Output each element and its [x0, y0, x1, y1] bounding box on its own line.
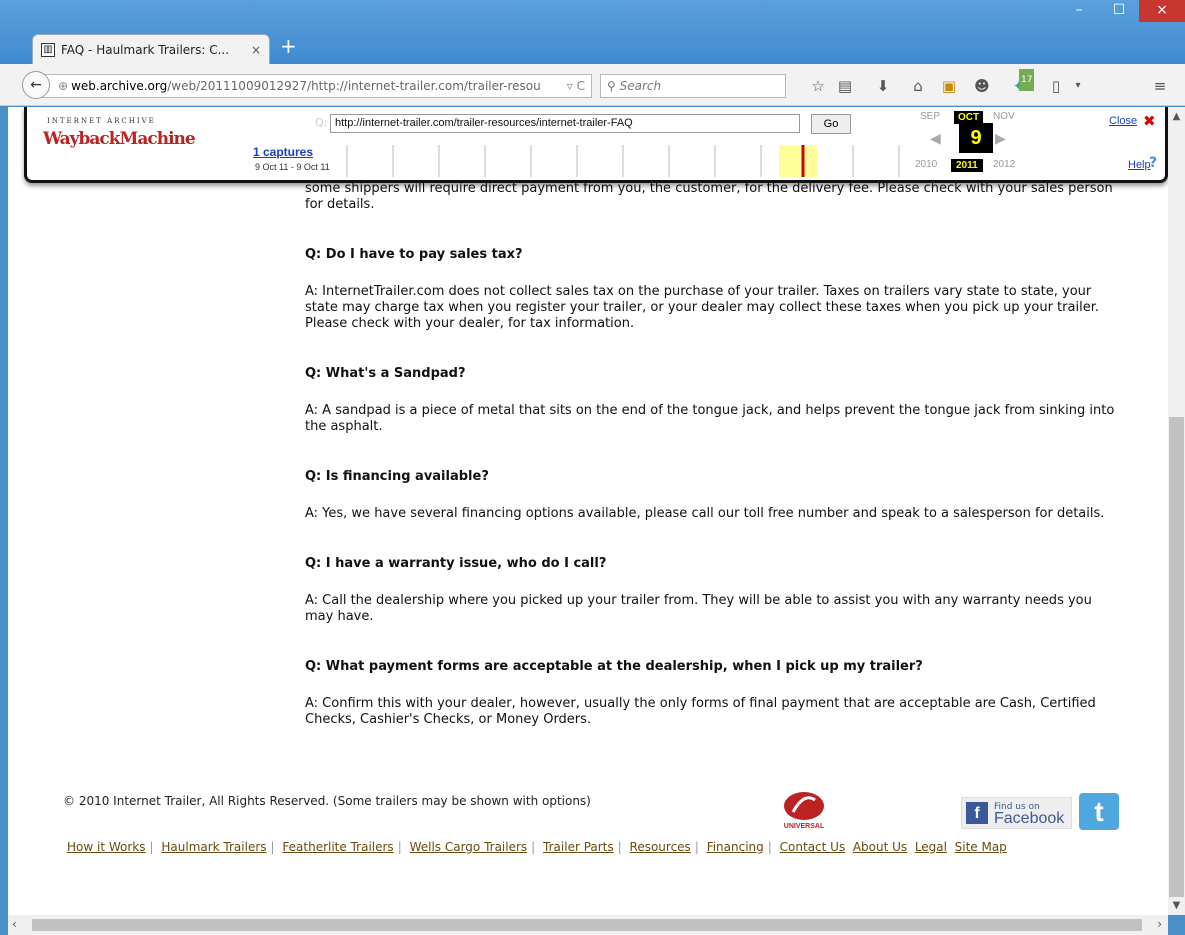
wayback-close-link[interactable]: Close: [1109, 115, 1137, 127]
prev-month-label[interactable]: SEP: [920, 111, 940, 122]
wayback-go-button[interactable]: Go: [811, 114, 851, 134]
search-icon: ⚲: [607, 79, 620, 93]
reading-list-icon[interactable]: ▤: [833, 75, 857, 97]
vertical-scrollbar[interactable]: ▲ ▼: [1168, 107, 1185, 915]
footer-link-resources[interactable]: Resources: [630, 840, 691, 854]
tab-title: FAQ - Haulmark Trailers: C...: [61, 42, 230, 57]
vertical-scroll-thumb[interactable]: [1169, 417, 1184, 897]
back-arrow-icon: ←: [30, 77, 42, 93]
faded-q-text: Q:: [315, 116, 328, 129]
captures-link[interactable]: 1 captures: [253, 145, 313, 159]
tab-bar: – ☐ × ▥ FAQ - Haulmark Trailers: C... × …: [0, 0, 1185, 64]
footer-link-site-map[interactable]: Site Map: [955, 840, 1007, 854]
footer-link-wells-cargo[interactable]: Wells Cargo Trailers: [410, 840, 528, 854]
faq-question: Q: What's a Sandpad?: [305, 366, 466, 381]
footer-link-contact-us[interactable]: Contact Us: [780, 840, 846, 854]
tab-faq[interactable]: ▥ FAQ - Haulmark Trailers: C... ×: [32, 34, 270, 64]
faq-answer: A: A sandpad is a piece of metal that si…: [305, 403, 1115, 434]
footer-link-haulmark[interactable]: Haulmark Trailers: [161, 840, 266, 854]
footer-link-how-it-works[interactable]: How it Works: [67, 840, 146, 854]
address-bar[interactable]: ⊕ web.archive.org/web/20111009012927/http…: [40, 74, 592, 98]
horizontal-scroll-thumb[interactable]: [32, 919, 1142, 931]
maximize-button[interactable]: ☐: [1099, 0, 1139, 22]
search-placeholder: Search: [619, 79, 662, 93]
current-day-label: 9: [959, 123, 993, 153]
wayback-url-input[interactable]: http://internet-trailer.com/trailer-reso…: [330, 114, 800, 133]
reload-icon[interactable]: ▿ C: [567, 75, 585, 97]
download-icon[interactable]: ⬇: [871, 75, 895, 97]
next-capture-arrow-icon[interactable]: ▶: [995, 131, 1006, 147]
footer-link-trailer-parts[interactable]: Trailer Parts: [543, 840, 614, 854]
tab-close-icon[interactable]: ×: [251, 43, 261, 57]
footer-link-financing[interactable]: Financing: [707, 840, 764, 854]
navigation-bar: ⊕ web.archive.org/web/20111009012927/http…: [0, 64, 1185, 106]
wayback-help-link[interactable]: Help: [1128, 159, 1151, 171]
footer-copyright: © 2010 Internet Trailer, All Rights Rese…: [63, 794, 591, 808]
url-path: /web/20111009012927/http://internet-trai…: [167, 79, 541, 93]
page-viewport: INTERNET ARCHIVE WaybackMachine Q: http:…: [8, 107, 1168, 915]
facebook-big-text: Facebook: [994, 810, 1065, 827]
help-question-icon[interactable]: ?: [1149, 155, 1157, 171]
footer-links: How it Works | Haulmark Trailers | Feather…: [67, 840, 1007, 854]
faq-question: Q: I have a warranty issue, who do I cal…: [305, 556, 607, 571]
dropdown-chevron-icon[interactable]: ▾: [1066, 75, 1090, 97]
current-year-label: 2011: [951, 159, 983, 172]
scroll-right-icon[interactable]: ›: [1157, 917, 1162, 931]
universal-trailer-logo[interactable]: UNIVERSAL: [775, 790, 833, 830]
menu-icon[interactable]: ≡: [1148, 75, 1172, 97]
universal-label: UNIVERSAL: [784, 823, 825, 830]
scroll-left-icon[interactable]: ‹: [12, 917, 17, 931]
horizontal-scrollbar[interactable]: ‹ ›: [8, 915, 1168, 935]
search-input[interactable]: ⚲ Search: [600, 74, 786, 98]
scroll-down-icon[interactable]: ▼: [1168, 900, 1185, 911]
facebook-badge[interactable]: f Find us on Facebook: [961, 797, 1072, 829]
home-icon[interactable]: ⌂: [906, 75, 930, 97]
extension-icon[interactable]: ▣: [937, 75, 961, 97]
archive-favicon-icon: ▥: [41, 42, 55, 57]
prev-capture-arrow-icon[interactable]: ◀: [930, 131, 941, 147]
wayback-logo[interactable]: WaybackMachine: [43, 129, 196, 149]
internet-archive-label: INTERNET ARCHIVE: [47, 117, 156, 125]
faq-intro-tail: some shippers will require direct paymen…: [305, 181, 1113, 212]
bookmark-star-icon[interactable]: ☆: [806, 75, 830, 97]
next-year-label[interactable]: 2012: [993, 159, 1015, 170]
footer-link-featherlite[interactable]: Featherlite Trailers: [282, 840, 393, 854]
minimize-button[interactable]: –: [1059, 0, 1099, 22]
clipboard-icon[interactable]: ▯: [1044, 75, 1068, 97]
scroll-up-icon[interactable]: ▲: [1168, 111, 1185, 122]
notification-count: 17: [1019, 69, 1035, 91]
faq-answer: A: Call the dealership where you picked …: [305, 593, 1092, 624]
faq-question: Q: Is financing available?: [305, 469, 489, 484]
twitter-icon[interactable]: t: [1079, 793, 1119, 830]
footer-link-legal[interactable]: Legal: [915, 840, 947, 854]
globe-icon: ⊕: [58, 79, 69, 93]
next-month-label[interactable]: NOV: [993, 111, 1015, 122]
browser-window: – ☐ × ▥ FAQ - Haulmark Trailers: C... × …: [0, 0, 1185, 935]
faq-question: Q: What payment forms are acceptable at …: [305, 659, 923, 674]
faq-content: some shippers will require direct paymen…: [305, 181, 1115, 762]
url-domain: web.archive.org: [71, 79, 168, 93]
faq-answer: A: Confirm this with your dealer, howeve…: [305, 696, 1096, 727]
facebook-icon: f: [966, 802, 988, 824]
close-window-button[interactable]: ×: [1139, 0, 1185, 22]
faq-question: Q: Do I have to pay sales tax?: [305, 247, 523, 262]
window-controls: – ☐ ×: [1059, 0, 1185, 30]
notification-icon[interactable]: ✦17: [1007, 69, 1035, 97]
faq-answer: A: InternetTrailer.com does not collect …: [305, 284, 1099, 331]
captures-date-range: 9 Oct 11 - 9 Oct 11: [255, 162, 330, 172]
chat-icon[interactable]: ☻: [970, 75, 994, 97]
faq-answer: A: Yes, we have several financing option…: [305, 506, 1105, 521]
back-button[interactable]: ←: [22, 71, 50, 99]
wayback-toolbar: INTERNET ARCHIVE WaybackMachine Q: http:…: [24, 107, 1168, 183]
footer-link-about-us[interactable]: About Us: [853, 840, 907, 854]
close-x-icon[interactable]: ✖: [1143, 112, 1156, 130]
prev-year-label[interactable]: 2010: [915, 159, 937, 170]
new-tab-button[interactable]: +: [280, 34, 297, 58]
capture-sparkline[interactable]: [337, 145, 907, 177]
